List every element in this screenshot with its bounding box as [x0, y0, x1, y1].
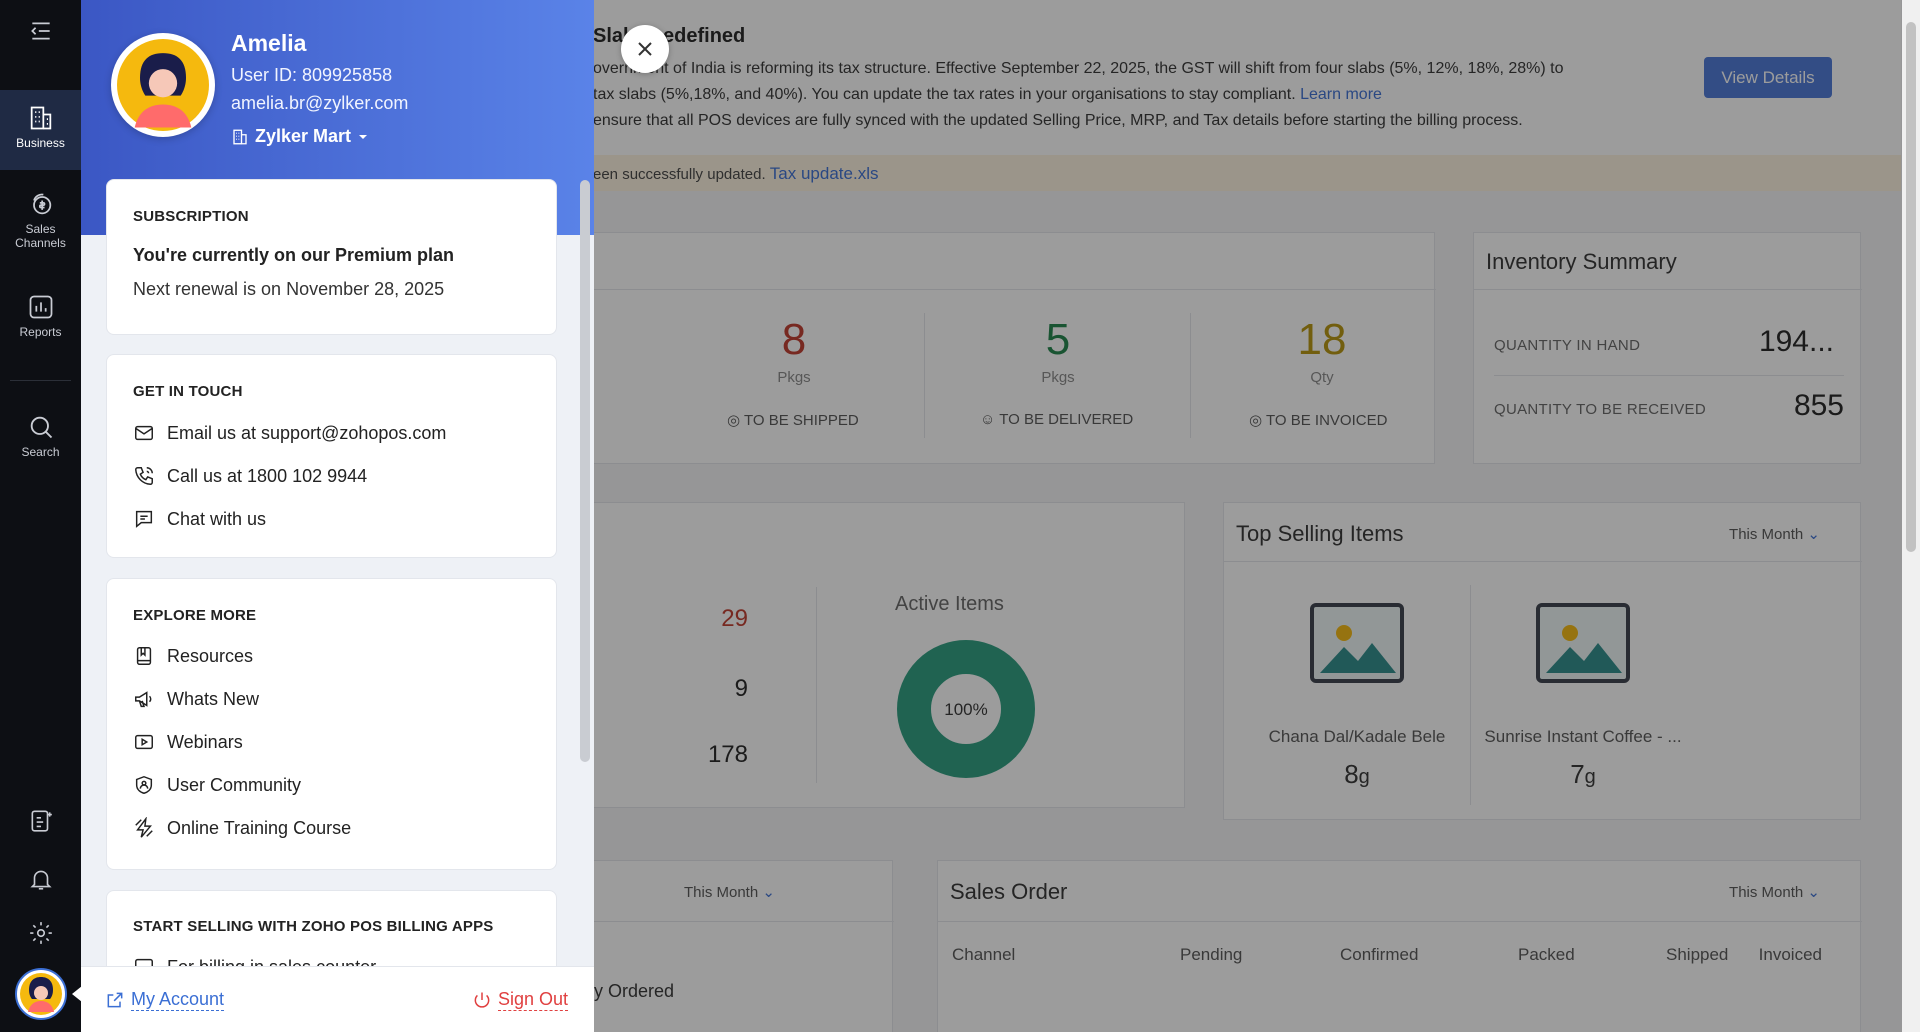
billing-apps-heading: START SELLING WITH ZOHO POS BILLING APPS	[133, 918, 494, 935]
rail-item-business[interactable]: Business	[0, 90, 81, 170]
megaphone-icon	[135, 691, 152, 708]
explore-more-heading: EXPLORE MORE	[133, 607, 257, 624]
phone-icon	[135, 467, 153, 485]
explore-label: Webinars	[167, 731, 243, 752]
user-email: amelia.br@zylker.com	[231, 93, 409, 113]
drawer-scrollbar[interactable]	[580, 180, 590, 762]
explore-item-user-community[interactable]: User Community	[133, 774, 301, 796]
explore-item-whats-new[interactable]: Whats New	[133, 688, 259, 710]
call-support-link[interactable]: Call us at 1800 102 9944	[133, 465, 367, 487]
subscription-plan: You're currently on our Premium plan	[133, 245, 455, 265]
rail-label-business: Business	[16, 136, 65, 150]
video-icon	[135, 734, 153, 750]
community-shield-icon	[135, 775, 153, 795]
user-name: Amelia	[231, 30, 307, 56]
bar-chart-icon	[29, 295, 52, 319]
gear-icon	[29, 922, 52, 944]
quick-create-button[interactable]	[0, 808, 81, 838]
email-support-link[interactable]: Email us at support@zohopos.com	[133, 422, 446, 444]
organization-name: Zylker Mart	[255, 126, 352, 146]
notifications-button[interactable]	[0, 866, 81, 896]
page-scrollbar[interactable]	[1902, 0, 1920, 1032]
lightning-icon	[135, 817, 153, 838]
bell-icon	[29, 870, 52, 890]
page-scrollbar-thumb[interactable]	[1906, 22, 1916, 552]
get-in-touch-panel: GET IN TOUCH Email us at support@zohopos…	[106, 354, 557, 558]
user-id: User ID: 809925858	[231, 65, 393, 85]
explore-item-resources[interactable]: Resources	[133, 645, 253, 667]
avatar	[117, 39, 209, 131]
explore-label: Whats New	[167, 688, 260, 709]
explore-item-webinars[interactable]: Webinars	[133, 731, 243, 753]
external-link-icon	[107, 992, 123, 1008]
profile-avatar-button[interactable]	[0, 968, 81, 1022]
menu-collapse-icon	[30, 22, 50, 40]
sign-out-label: Sign Out	[498, 989, 569, 1011]
my-account-link[interactable]: My Account	[105, 989, 225, 1011]
drawer-pointer-icon	[72, 986, 82, 1002]
settings-button[interactable]	[0, 920, 81, 950]
explore-more-panel: EXPLORE MORE Resources Whats New Webinar…	[106, 578, 557, 870]
call-support-text: Call us at 1800 102 9944	[167, 465, 368, 486]
rail-item-reports[interactable]: Reports	[0, 293, 81, 343]
subscription-heading: SUBSCRIPTION	[133, 208, 249, 225]
add-note-icon	[31, 810, 52, 832]
caret-down-icon	[359, 134, 368, 139]
rail-label-sales-channels: Sales Channels	[15, 222, 66, 250]
chat-support-link[interactable]: Chat with us	[133, 508, 266, 530]
subscription-renewal: Next renewal is on November 28, 2025	[133, 279, 445, 299]
building-icon	[233, 129, 247, 144]
profile-avatar	[111, 33, 215, 137]
sign-out-link[interactable]: Sign Out	[472, 989, 569, 1011]
power-icon	[474, 992, 490, 1008]
drawer-footer: My Account Sign Out	[81, 966, 594, 1032]
explore-label: Resources	[167, 645, 254, 666]
book-icon	[136, 647, 152, 665]
chat-support-text: Chat with us	[167, 508, 267, 529]
rail-label-reports: Reports	[19, 325, 62, 339]
left-nav-rail: Business Sales Channels Reports Search	[0, 0, 81, 1032]
email-support-text: Email us at support@zohopos.com	[167, 422, 447, 443]
rail-label-search: Search	[21, 445, 60, 459]
close-icon	[638, 42, 652, 56]
get-in-touch-heading: GET IN TOUCH	[133, 383, 243, 400]
rail-divider	[10, 380, 71, 381]
avatar	[14, 968, 67, 1020]
building-icon	[30, 106, 51, 130]
explore-label: Online Training Course	[167, 817, 352, 838]
close-drawer-button[interactable]	[621, 25, 669, 73]
mail-icon	[135, 425, 153, 441]
menu-toggle-button[interactable]	[0, 18, 81, 50]
rail-item-search[interactable]: Search	[0, 413, 81, 463]
subscription-panel: SUBSCRIPTION You're currently on our Pre…	[106, 179, 557, 335]
organization-switcher[interactable]: Zylker Mart	[231, 126, 369, 147]
coins-icon	[32, 193, 51, 215]
explore-item-online-training[interactable]: Online Training Course	[133, 817, 351, 839]
chat-icon	[135, 510, 153, 528]
search-icon	[30, 416, 52, 439]
account-drawer: Amelia User ID: 809925858 amelia.br@zylk…	[81, 0, 594, 1032]
rail-item-sales-channels[interactable]: Sales Channels	[0, 190, 81, 260]
my-account-label: My Account	[131, 989, 225, 1011]
explore-label: User Community	[167, 774, 302, 795]
